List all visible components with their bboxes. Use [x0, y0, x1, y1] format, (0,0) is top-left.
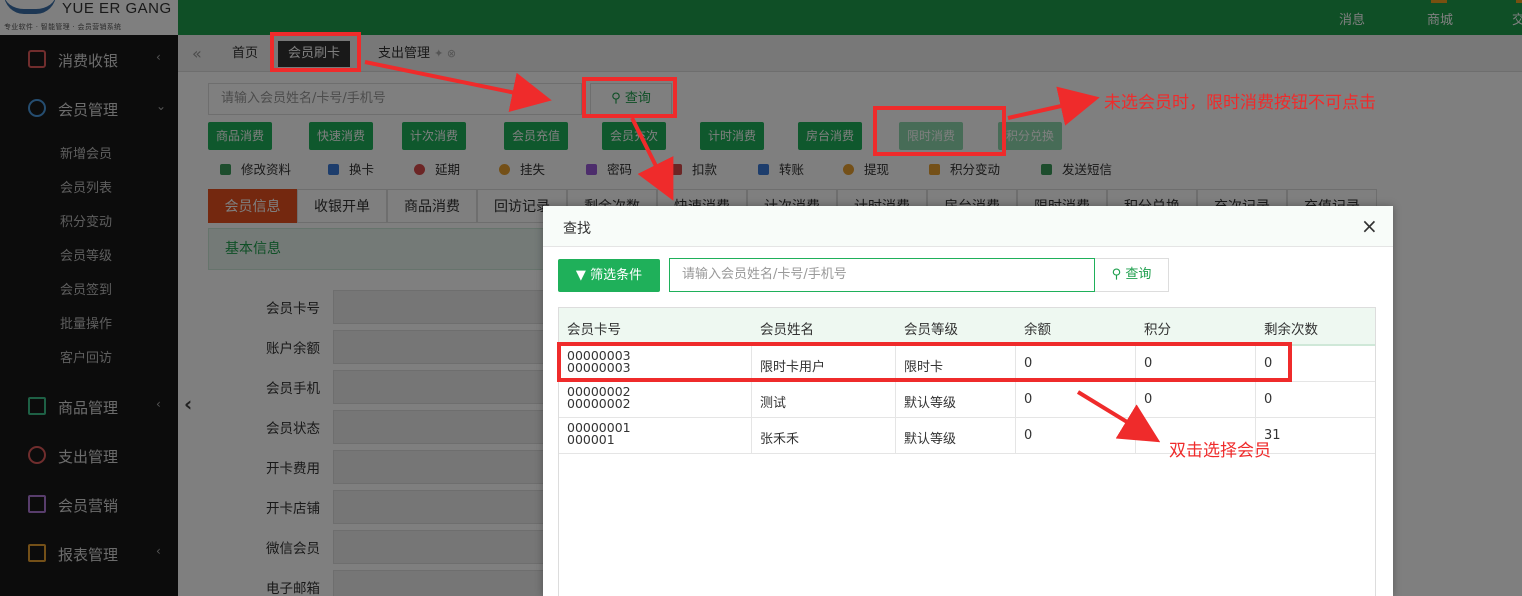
annotation-arrows: [364, 60, 1161, 443]
arrow-search-to-dialog: [630, 117, 674, 201]
arrow-limited-note: [1007, 86, 1100, 126]
arrow-dblclick-note: [1076, 390, 1161, 443]
arrow-tab-to-search: [364, 60, 552, 112]
